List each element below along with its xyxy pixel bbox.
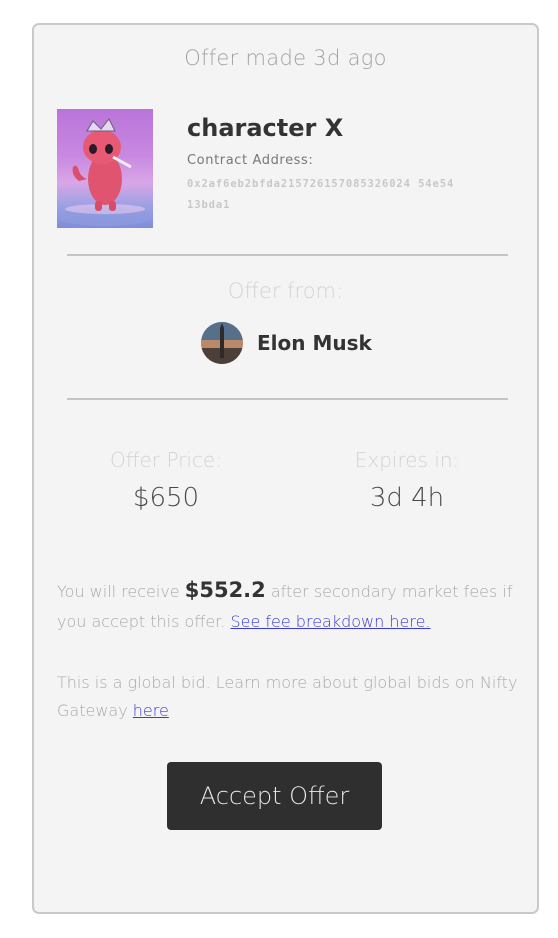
accept-offer-button[interactable]: Accept Offer [167,762,382,830]
divider-middle [67,398,508,400]
user-avatar[interactable] [201,322,243,364]
receive-prefix: You will receive [57,582,180,601]
nft-title: character X [187,114,344,142]
global-bid-description: This is a global bid. Learn more about g… [57,673,518,720]
contract-address-value: 0x2af6eb2bfda215726157085326024 54e5413b… [187,178,455,211]
offer-from-label: Offer from: [227,279,344,303]
divider-top [67,254,508,256]
receive-amount-text: You will receive $552.2 after secondary … [57,575,519,637]
expires-value: 3d 4h [369,483,445,513]
offer-card: Offer made 3d ago character X Contract A… [32,23,539,914]
offer-price-value: $650 [132,483,200,513]
nft-thumbnail-image[interactable] [57,109,153,228]
expires-label: Expires in: [354,448,460,472]
global-bid-link[interactable]: here [133,701,169,720]
offer-price-label: Offer Price: [110,448,222,472]
receive-amount: $552.2 [184,578,266,602]
contract-address-label: Contract Address: [187,153,314,168]
user-name[interactable]: Elon Musk [257,331,372,355]
fee-breakdown-link[interactable]: See fee breakdown here. [230,612,430,631]
global-bid-text: This is a global bid. Learn more about g… [57,669,519,725]
offer-made-time: Offer made 3d ago [184,46,387,70]
